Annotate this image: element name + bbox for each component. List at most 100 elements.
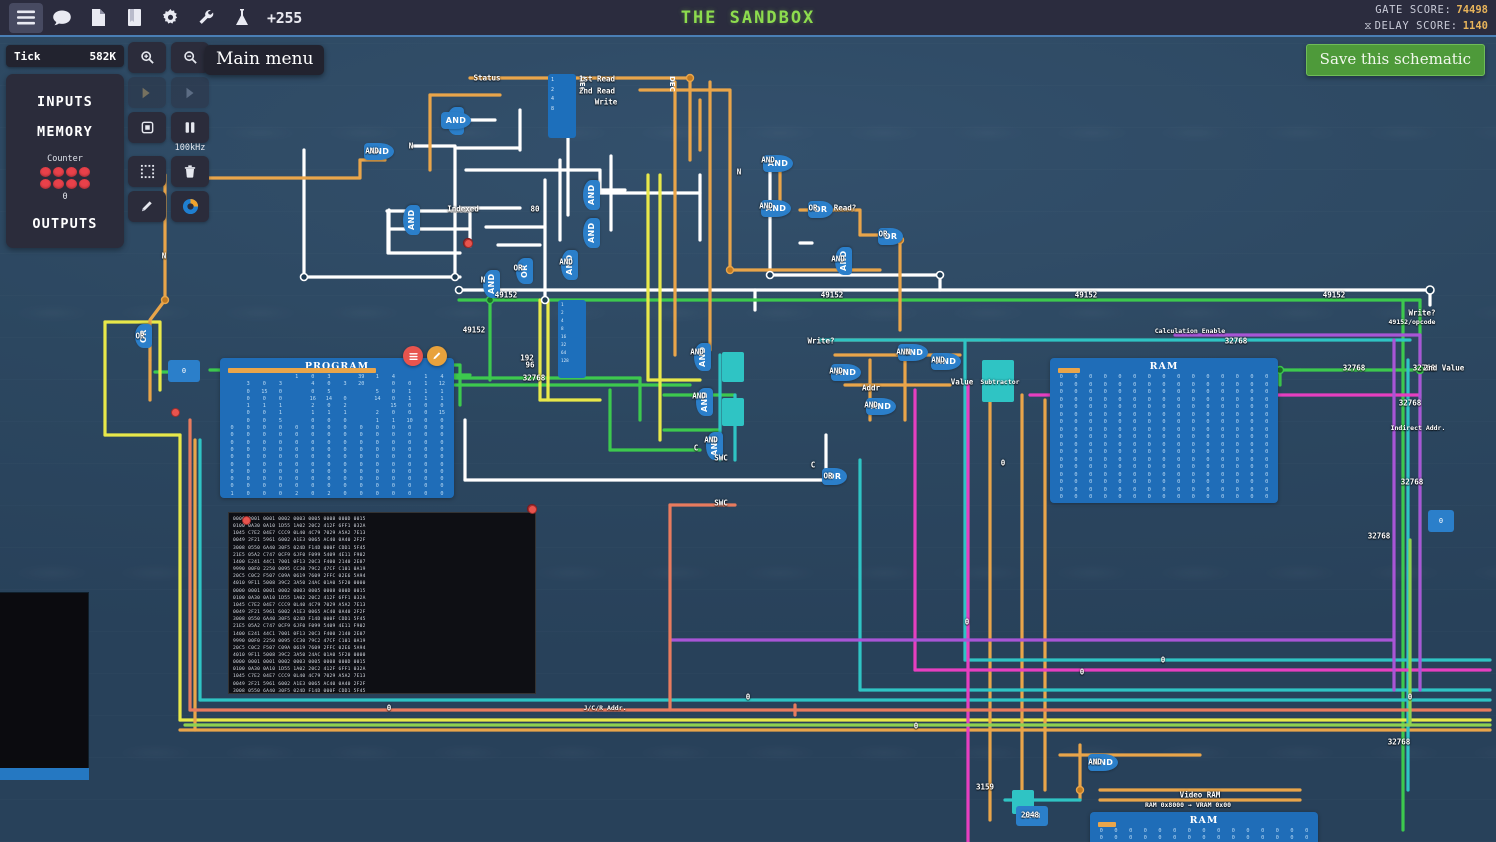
wire-label: J/C/R Addr. (583, 704, 626, 712)
wire-label: 32768 (1368, 532, 1391, 541)
wire-label: 0 (965, 618, 970, 627)
ram-cell: 0 (1171, 494, 1186, 502)
program-cell (240, 374, 256, 381)
gate-and-4[interactable]: AND (583, 218, 600, 248)
vram-cell: 0 (1197, 835, 1212, 842)
ram-cell: 0 (1157, 434, 1172, 442)
program-cell: 1 (434, 396, 450, 403)
vram-highlight-cell (1098, 822, 1116, 827)
program-cell: 0 (385, 462, 401, 469)
ram-cell: 0 (1186, 479, 1201, 487)
book-icon[interactable] (117, 3, 151, 33)
wire-label: 2nd Read (579, 87, 615, 96)
document-icon[interactable] (81, 3, 115, 33)
color-picker-button[interactable] (171, 191, 209, 222)
program-cell: 0 (321, 469, 337, 476)
ram-cell: 0 (1083, 419, 1098, 427)
program-cell: 0 (240, 462, 256, 469)
program-cell: 0 (240, 469, 256, 476)
program-cell: 0 (402, 491, 418, 498)
decoder-chip-top[interactable]: 1248 (548, 74, 576, 138)
video-ram-block[interactable]: RAM 000000000000000000000000000000000000… (1090, 812, 1318, 842)
decoder-chip-mid[interactable]: 1248163264128 (558, 300, 586, 378)
hamburger-menu-icon[interactable] (9, 3, 43, 33)
program-cell (289, 381, 305, 388)
select-area-button[interactable] (128, 156, 166, 187)
program-cell: 0 (289, 469, 305, 476)
vram-cell: 0 (1255, 835, 1270, 842)
program-cell: 0 (418, 447, 434, 454)
vram-cell: 0 (1123, 835, 1138, 842)
delete-button[interactable] (171, 156, 209, 187)
counter-led[interactable] (79, 179, 90, 189)
marker-dot-left[interactable] (171, 408, 180, 417)
step-forward-button[interactable] (128, 77, 166, 108)
program-cell: 0 (385, 447, 401, 454)
delay-score-value: 1140 (1463, 20, 1488, 32)
chat-bubble-icon[interactable] (45, 3, 79, 33)
program-edit-list-button[interactable] (403, 346, 423, 366)
save-schematic-button[interactable]: Save this schematic (1306, 44, 1485, 76)
counter-led[interactable] (53, 167, 64, 177)
ram-cell: 0 (1201, 449, 1216, 457)
probe-value-left[interactable]: 0 (168, 360, 200, 382)
ram-cell: 0 (1230, 404, 1245, 412)
program-cell: 0 (305, 462, 321, 469)
ram-cell: 0 (1215, 389, 1230, 397)
gate-and-2[interactable]: AND (403, 205, 420, 235)
stop-button[interactable] (128, 112, 166, 143)
wrench-icon[interactable] (189, 3, 223, 33)
marker-dot-mid[interactable] (528, 505, 537, 514)
pencil-button[interactable] (128, 191, 166, 222)
program-cell: 0 (402, 381, 418, 388)
counter-led[interactable] (40, 167, 51, 177)
counter-led[interactable] (79, 167, 90, 177)
program-cell: 0 (369, 454, 385, 461)
ram-cell: 0 (1201, 472, 1216, 480)
probe-value-right[interactable]: 0 (1428, 510, 1454, 532)
program-cell: 0 (353, 462, 369, 469)
gate-and-status[interactable]: AND (441, 112, 471, 129)
program-memory-block[interactable]: PROGRAM 10339141430340320001120150055011… (220, 358, 454, 498)
wire-label: N (481, 276, 486, 285)
ram-cell: 0 (1245, 427, 1260, 435)
marker-dot-gate[interactable] (464, 239, 473, 248)
ram-cell: 0 (1171, 389, 1186, 397)
program-cell: 0 (272, 447, 288, 454)
counter-led[interactable] (53, 179, 64, 189)
zoom-out-button[interactable] (171, 42, 209, 73)
ram-cell: 0 (1259, 494, 1274, 502)
pause-button[interactable]: 100kHz (171, 112, 209, 143)
fast-forward-button[interactable] (171, 77, 209, 108)
program-edit-pencil-button[interactable] (427, 346, 447, 366)
top-bar-icon-group: +255 (0, 3, 302, 33)
program-cell: 0 (305, 483, 321, 490)
outputs-header: OUTPUTS (12, 216, 118, 232)
vram-grid: 0000000000000000000000000000000000000000… (1090, 826, 1318, 842)
program-cell (224, 403, 240, 410)
counter-led-grid[interactable] (12, 167, 118, 189)
ram-cell: 0 (1186, 449, 1201, 457)
ram-cell: 0 (1201, 442, 1216, 450)
output-display-screen[interactable] (0, 592, 89, 777)
counter-led[interactable] (40, 179, 51, 189)
ram-cell: 0 (1245, 434, 1260, 442)
vram-cell: 0 (1299, 828, 1314, 835)
program-cell: 0 (402, 425, 418, 432)
bit-chip-2[interactable] (722, 398, 744, 426)
ram-cell: 0 (1098, 419, 1113, 427)
counter-led[interactable] (66, 179, 77, 189)
gear-icon[interactable] (153, 3, 187, 33)
hex-dump-panel[interactable]: 0000 0001 0001 0002 0003 0005 0008 000D … (228, 512, 536, 694)
ram-cell: 0 (1171, 472, 1186, 480)
program-cell: 0 (337, 483, 353, 490)
gate-and-3[interactable]: AND (583, 180, 600, 210)
counter-led[interactable] (66, 167, 77, 177)
ram-cell: 0 (1098, 487, 1113, 495)
marker-dot-hex[interactable] (242, 516, 251, 525)
zoom-in-button[interactable] (128, 42, 166, 73)
wire-label: Video RAM (1180, 791, 1221, 800)
bit-chip-1[interactable] (722, 352, 744, 382)
ram-memory-block[interactable]: RAM 000000000000000000000000000000000000… (1050, 358, 1278, 503)
flask-icon[interactable] (225, 3, 259, 33)
